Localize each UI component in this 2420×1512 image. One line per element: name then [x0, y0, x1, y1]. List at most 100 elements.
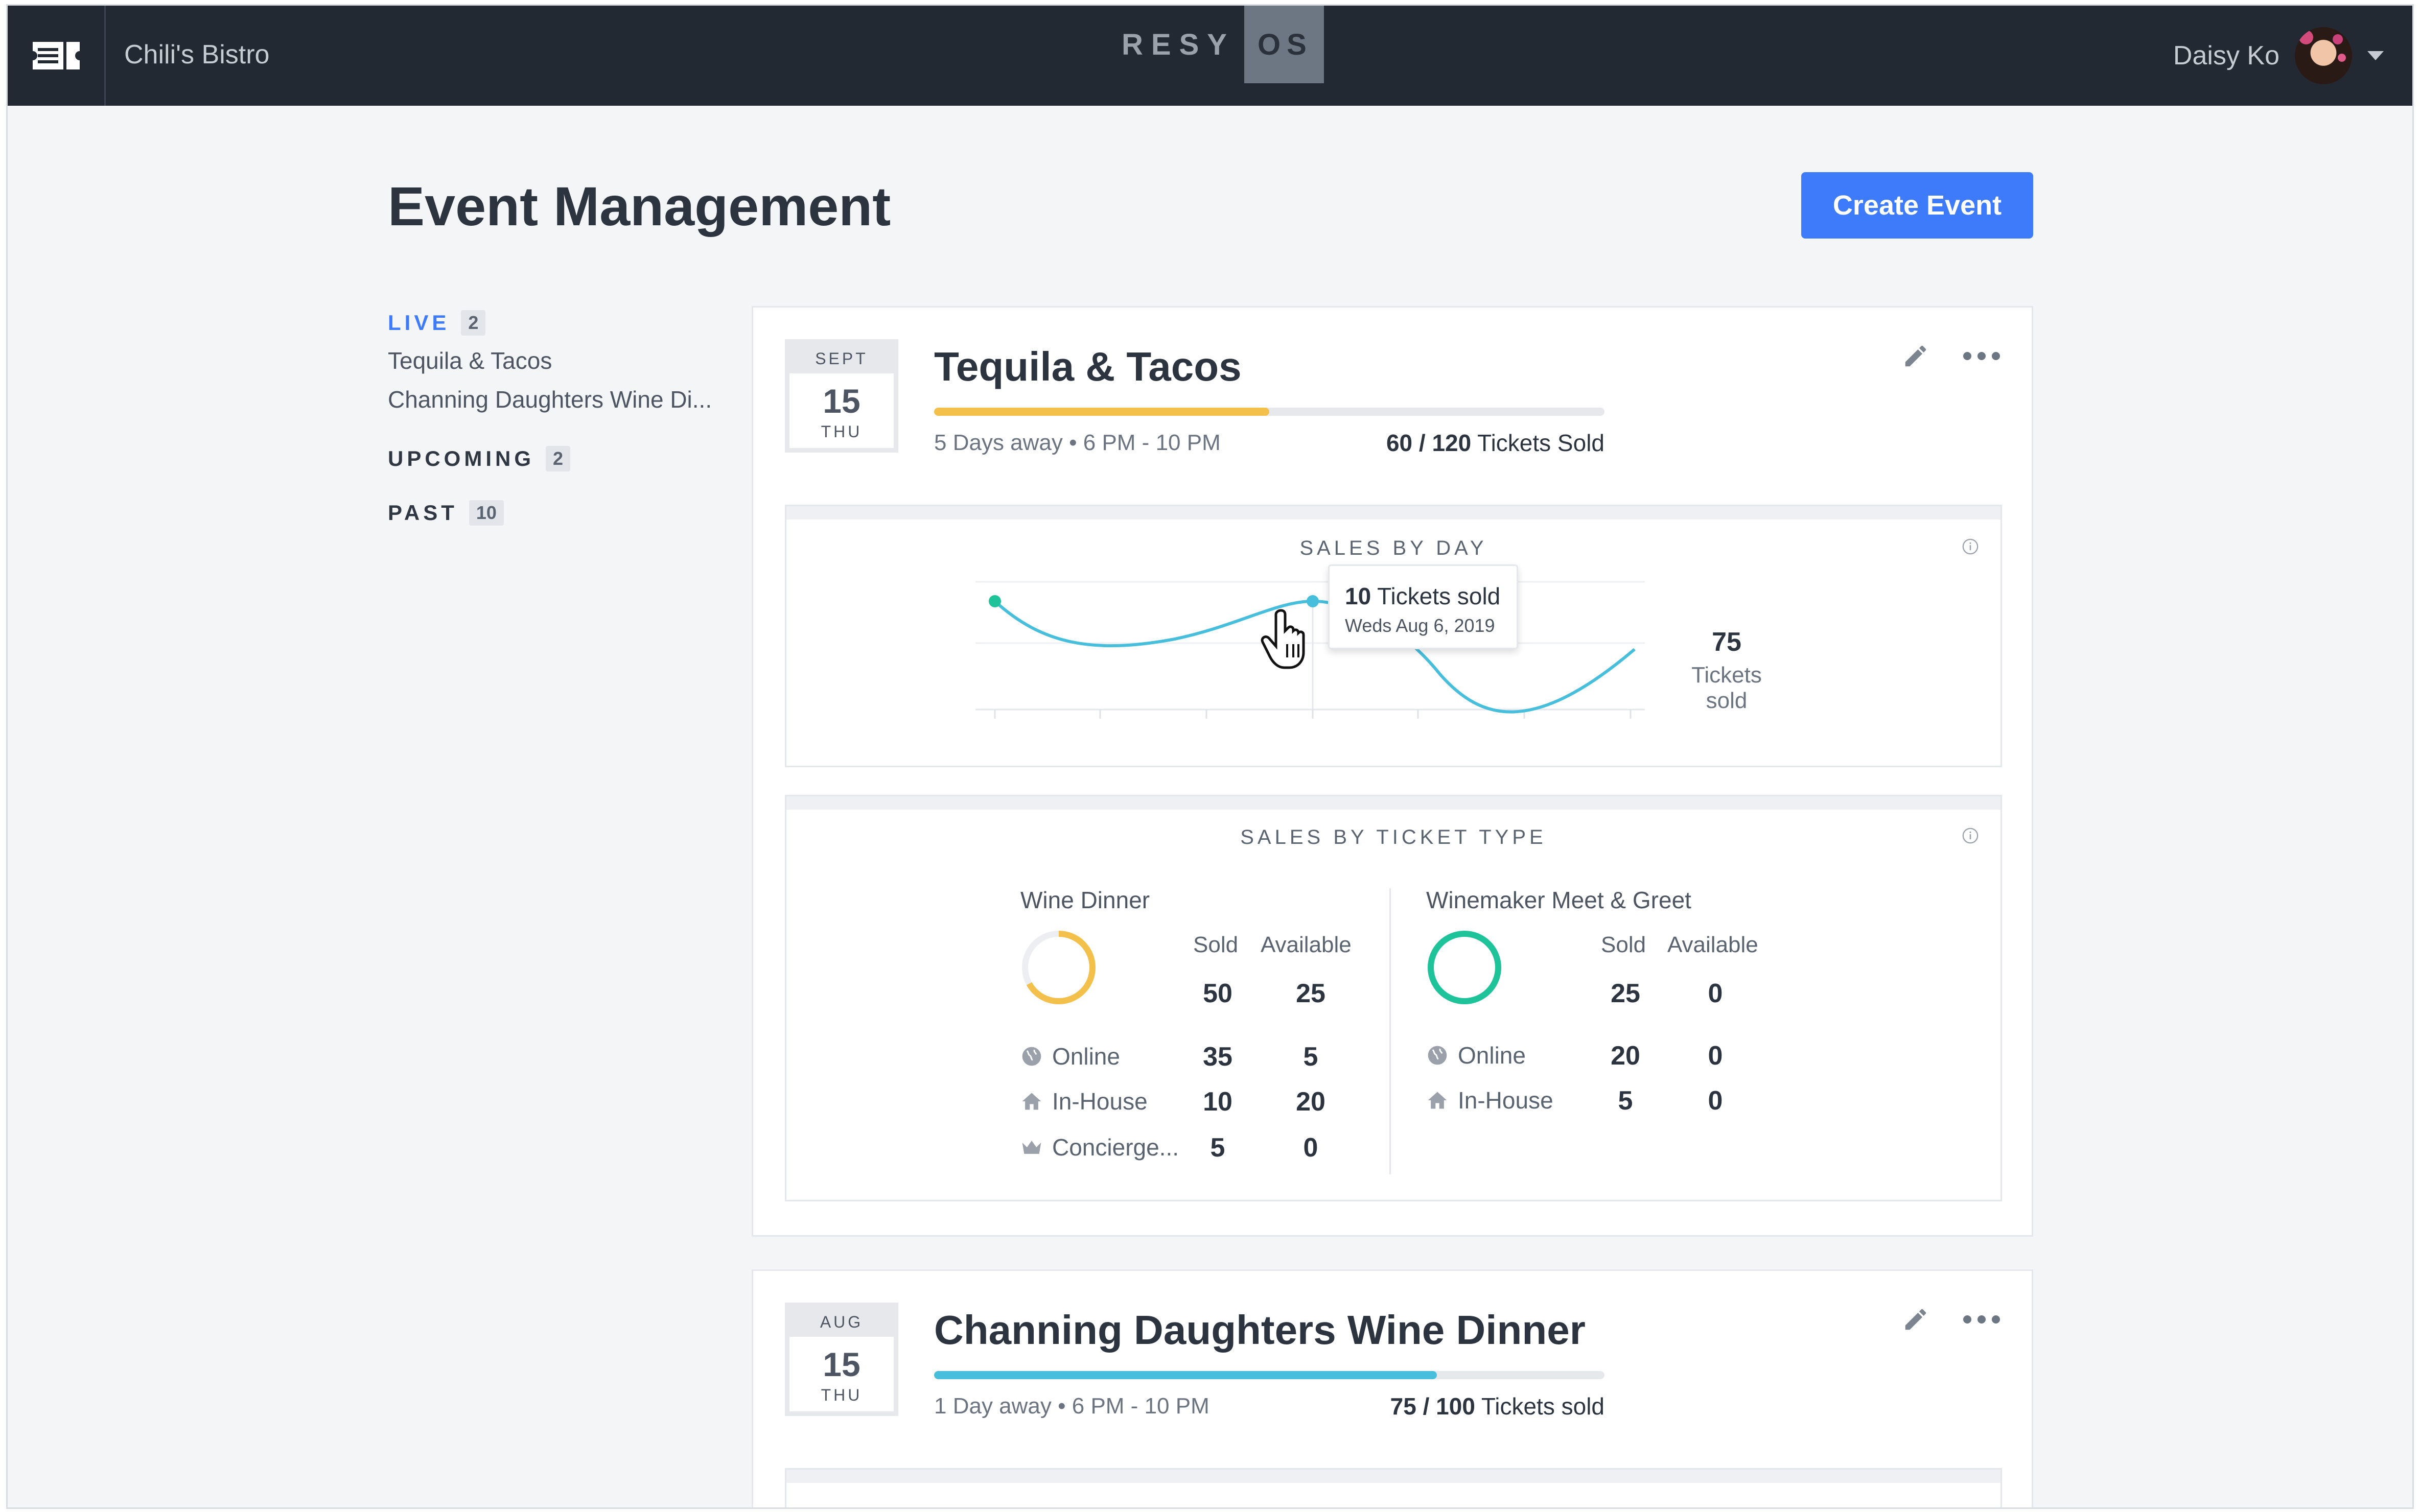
logo-os: OS	[1244, 6, 1324, 83]
channel-row-online: Online	[1426, 1042, 1526, 1069]
tickets-capacity: 100	[1436, 1393, 1475, 1420]
ticket-progress-fill	[934, 408, 1269, 416]
home-icon	[1428, 1092, 1447, 1109]
event-sidebar: LIVE 2 Tequila & Tacos Channing Daughter…	[388, 310, 735, 526]
event-day: 15	[823, 1345, 860, 1383]
tickets-sold-summary: 75 / 100 Tickets sold	[1390, 1392, 1604, 1420]
tickets-sold-summary: 60 / 120 Tickets Sold	[1386, 429, 1604, 457]
ticket-type-name: Wine Dinner	[1020, 887, 1150, 913]
available-header: Available	[1667, 932, 1758, 957]
channel-sold: 5	[1618, 1086, 1633, 1116]
chart-tooltip: 10 Tickets sold Weds Aug 6, 2019	[1328, 564, 1519, 649]
event-card: SEPT 15 THU Tequila & Tacos 5 Days away …	[752, 306, 2033, 1237]
event-weekday: THU	[821, 1386, 863, 1404]
nav-upcoming-count: 2	[546, 446, 571, 471]
total-tickets-count: 75	[1712, 627, 1741, 657]
sales-by-type-title: SALES BY TICKET TYPE	[1240, 826, 1547, 848]
avatar[interactable]	[2295, 27, 2352, 84]
hand-cursor-icon	[1261, 609, 1305, 669]
chevron-down-icon[interactable]	[2367, 51, 2384, 60]
ticket-icon[interactable]	[8, 6, 106, 106]
globe-icon	[1428, 1046, 1447, 1065]
user-name[interactable]: Daisy Ko	[2173, 40, 2279, 71]
nav-live-label: LIVE	[388, 311, 450, 335]
event-card: AUG 15 THU Channing Daughters Wine Dinne…	[752, 1269, 2033, 1507]
tickets-sold-count: 60	[1386, 430, 1413, 456]
tooltip-count: 10	[1345, 583, 1371, 609]
channel-row-concierge: Concierge...	[1020, 1133, 1179, 1161]
tickets-slash: /	[1412, 430, 1432, 456]
card-actions	[1902, 1306, 2003, 1333]
event-day: 15	[823, 382, 860, 420]
user-menu[interactable]: Daisy Ko	[2173, 6, 2384, 106]
pencil-icon[interactable]	[1902, 342, 1929, 370]
tickets-sold-count: 75	[1390, 1393, 1416, 1420]
channel-label: In-House	[1458, 1087, 1553, 1114]
venue-name[interactable]: Chili's Bistro	[124, 39, 269, 70]
more-options-icon[interactable]	[1960, 1315, 2003, 1324]
channel-available: 0	[1303, 1133, 1318, 1163]
available-header: Available	[1261, 932, 1352, 957]
tooltip-main: 10 Tickets sold	[1345, 582, 1500, 610]
ticket-type-winemaker-meet-greet: Winemaker Meet & Greet Sold Available 25…	[1426, 886, 1814, 1131]
data-point-start[interactable]	[989, 595, 1001, 607]
tickets-slash: /	[1416, 1393, 1436, 1420]
meta-separator: •	[1069, 430, 1083, 455]
nav-live-count: 2	[461, 310, 486, 336]
nav-upcoming[interactable]: UPCOMING 2	[388, 446, 735, 471]
ticket-progress-bar	[934, 1371, 1604, 1379]
data-point-hovered[interactable]	[1307, 595, 1319, 607]
event-time: 6 PM - 10 PM	[1072, 1393, 1209, 1419]
event-title[interactable]: Tequila & Tacos	[934, 343, 1242, 390]
channel-sold: 5	[1210, 1133, 1225, 1163]
channel-sold: 10	[1203, 1087, 1232, 1117]
tooltip-date: Weds Aug 6, 2019	[1345, 615, 1495, 636]
sales-series-line	[993, 599, 1636, 714]
page-title: Event Management	[388, 175, 891, 237]
channel-label: In-House	[1052, 1088, 1148, 1115]
channel-row-online: Online	[1020, 1043, 1120, 1070]
top-bar: Chili's Bistro RESY OS Daisy Ko	[8, 6, 2412, 106]
card-actions	[1902, 342, 2003, 370]
home-icon	[1022, 1093, 1041, 1110]
event-meta: 1 Day away • 6 PM - 10 PM	[934, 1393, 1209, 1419]
channel-label: Concierge...	[1052, 1134, 1179, 1161]
event-month: SEPT	[789, 344, 894, 373]
nav-past[interactable]: PAST 10	[388, 500, 735, 526]
channel-available: 0	[1708, 1086, 1723, 1116]
channel-row-in-house: In-House	[1426, 1086, 1553, 1114]
total-tickets: 75 Tickets sold	[1676, 627, 1778, 714]
nav-item-tequila-tacos[interactable]: Tequila & Tacos	[388, 347, 735, 374]
nav-past-count: 10	[469, 500, 504, 526]
channel-sold: 20	[1611, 1041, 1640, 1071]
event-date: SEPT 15 THU	[785, 339, 898, 453]
meta-separator: •	[1058, 1393, 1072, 1419]
info-icon[interactable]	[1962, 827, 1979, 844]
ticket-progress-bar	[934, 408, 1604, 416]
event-month: AUG	[789, 1307, 894, 1337]
ticket-progress-fill	[934, 1371, 1437, 1379]
available-total: 25	[1296, 979, 1325, 1008]
ticket-type-wine-dinner: Wine Dinner Sold Available 50 25 Online …	[1020, 886, 1378, 1172]
pencil-icon[interactable]	[1902, 1306, 1929, 1333]
available-total: 0	[1708, 979, 1723, 1008]
crown-icon	[1022, 1141, 1041, 1154]
tickets-sold-label: Tickets sold	[1481, 1393, 1604, 1420]
channel-row-in-house: In-House	[1020, 1088, 1148, 1115]
more-options-icon[interactable]	[1960, 352, 2003, 360]
ticket-type-ring	[1428, 931, 1501, 1004]
nav-upcoming-label: UPCOMING	[388, 446, 534, 470]
nav-past-label: PAST	[388, 501, 458, 525]
channel-available: 20	[1296, 1087, 1325, 1117]
event-title[interactable]: Channing Daughters Wine Dinner	[934, 1307, 1586, 1354]
type-divider	[1389, 888, 1391, 1174]
sold-total: 50	[1203, 979, 1232, 1008]
total-tickets-label: Tickets sold	[1691, 663, 1762, 713]
sales-by-day-panel-collapsed	[785, 1468, 2002, 1507]
panel-strip	[786, 1470, 2000, 1483]
sold-header: Sold	[1193, 932, 1239, 957]
nav-live[interactable]: LIVE 2	[388, 310, 735, 336]
event-days-away: 5 Days away	[934, 430, 1063, 455]
create-event-button[interactable]: Create Event	[1801, 172, 2033, 239]
nav-item-channing-daughters[interactable]: Channing Daughters Wine Di...	[388, 386, 735, 413]
